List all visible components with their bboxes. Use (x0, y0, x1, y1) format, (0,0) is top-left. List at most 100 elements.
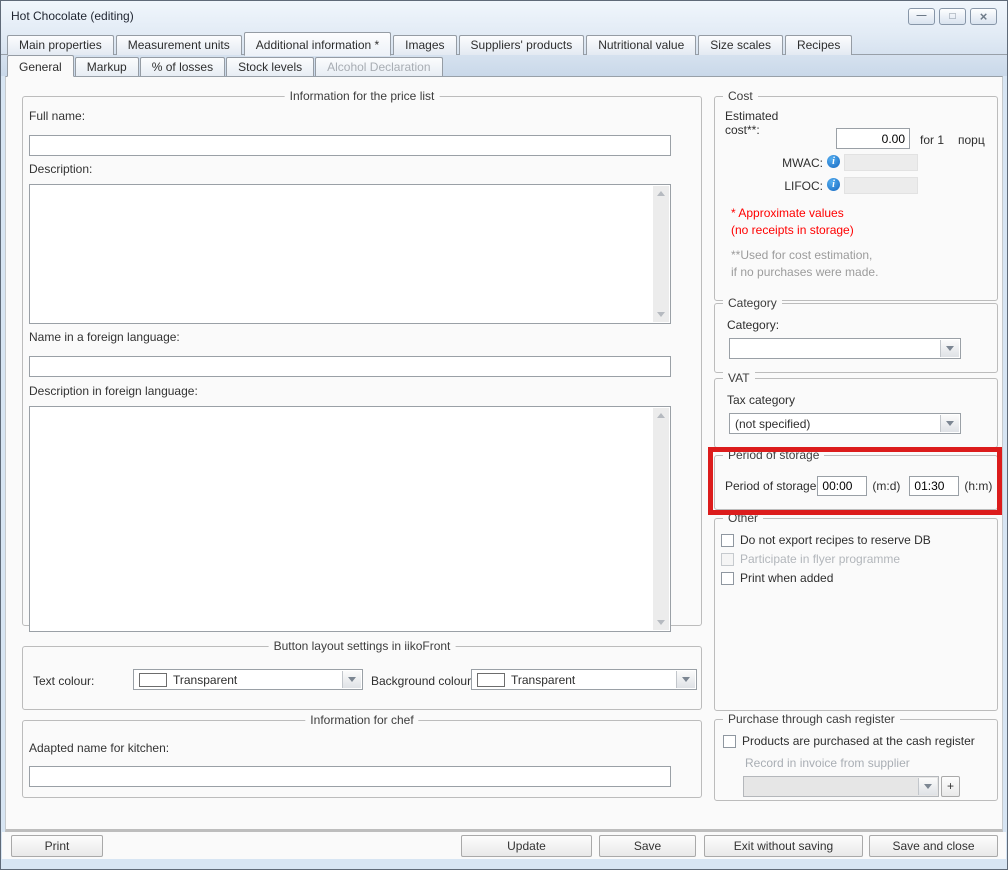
adapted-name-label: Adapted name for kitchen: (29, 741, 671, 755)
tab-recipes[interactable]: Recipes (785, 35, 852, 55)
usage-note-line2: if no purchases were made. (731, 264, 878, 281)
foreign-name-input[interactable] (29, 356, 671, 377)
foreign-description-textarea[interactable] (29, 406, 671, 632)
save-button[interactable]: Save (599, 835, 696, 857)
close-button[interactable]: × (970, 8, 997, 25)
scroll-up-icon[interactable] (657, 413, 665, 418)
sub-tab-bar: General Markup % of losses Stock levels … (1, 55, 1007, 76)
foreign-description-scrollbar[interactable] (653, 408, 669, 630)
tax-category-label: Tax category (727, 393, 795, 407)
storage-group: Period of storage Period of storage (m:d… (714, 455, 998, 510)
chef-group-title: Information for chef (305, 713, 418, 727)
info-icon[interactable]: i (827, 178, 840, 191)
storage-hm-input[interactable] (909, 476, 959, 496)
cost-for-text: for 1 (920, 133, 944, 147)
other-group: Other Do not export recipes to reserve D… (714, 518, 998, 711)
subtab-stock-levels[interactable]: Stock levels (226, 57, 314, 76)
tab-page-general: Information for the price list Full name… (5, 76, 1003, 832)
storage-md-unit: (m:d) (872, 479, 900, 493)
vat-group: VAT Tax category (not specified) (714, 378, 998, 448)
export-recipes-checkbox[interactable] (721, 534, 734, 547)
tab-main-properties[interactable]: Main properties (7, 35, 114, 55)
storage-md-input[interactable] (817, 476, 867, 496)
text-colour-select[interactable]: Transparent (133, 669, 363, 690)
print-button[interactable]: Print (11, 835, 103, 857)
subtab-general[interactable]: General (7, 55, 74, 77)
left-column: Information for the price list Full name… (22, 96, 702, 798)
approx-note-line1: * Approximate values (731, 205, 854, 222)
footer-bar: Print Update Save Exit without saving Sa… (2, 832, 1006, 859)
full-name-label: Full name: (29, 109, 671, 123)
flyer-programme-checkbox (721, 553, 734, 566)
print-when-added-checkbox[interactable] (721, 572, 734, 585)
category-select[interactable] (729, 338, 961, 359)
right-column: Cost Estimated cost**: for 1 порц MWAC: … (714, 96, 998, 801)
storage-wrap: Period of storage Period of storage (m:d… (714, 455, 998, 510)
update-button[interactable]: Update (461, 835, 592, 857)
text-colour-value: Transparent (173, 673, 237, 687)
colour-swatch (477, 673, 505, 687)
cash-register-row: Products are purchased at the cash regis… (723, 734, 975, 748)
scroll-up-icon[interactable] (657, 191, 665, 196)
info-icon[interactable]: i (827, 155, 840, 168)
lifoc-label: LIFOC: (725, 179, 823, 193)
subtab-markup[interactable]: Markup (75, 57, 139, 76)
purchase-group-title: Purchase through cash register (723, 712, 900, 726)
approx-values-note: * Approximate values (no receipts in sto… (731, 205, 854, 239)
exit-without-saving-button[interactable]: Exit without saving (704, 835, 863, 857)
scroll-down-icon[interactable] (657, 312, 665, 317)
close-icon: × (980, 10, 988, 23)
save-and-close-button[interactable]: Save and close (869, 835, 998, 857)
maximize-button[interactable]: □ (939, 8, 966, 25)
flyer-programme-row: Participate in flyer programme (721, 552, 993, 566)
scroll-down-icon[interactable] (657, 620, 665, 625)
adapted-name-input[interactable] (29, 766, 671, 787)
tab-measurement-units[interactable]: Measurement units (116, 35, 242, 55)
foreign-description-label: Description in foreign language: (29, 384, 671, 398)
add-supplier-button[interactable]: + (941, 776, 960, 797)
approx-note-line2: (no receipts in storage) (731, 222, 854, 239)
cash-register-checkbox[interactable] (723, 735, 736, 748)
description-scrollbar[interactable] (653, 186, 669, 322)
subtab-percent-of-losses[interactable]: % of losses (140, 57, 225, 76)
cost-group-title: Cost (723, 89, 758, 103)
storage-group-title: Period of storage (723, 448, 824, 462)
other-group-title: Other (723, 511, 763, 525)
full-name-input[interactable] (29, 135, 671, 156)
tab-suppliers-products[interactable]: Suppliers' products (459, 35, 585, 55)
category-label: Category: (727, 318, 779, 332)
text-colour-label: Text colour: (33, 674, 94, 688)
print-when-added-row: Print when added (721, 571, 993, 585)
export-recipes-row: Do not export recipes to reserve DB (721, 533, 993, 547)
chevron-down-icon (342, 671, 361, 688)
tab-nutritional-value[interactable]: Nutritional value (586, 35, 696, 55)
vat-group-title: VAT (723, 371, 755, 385)
tab-additional-information[interactable]: Additional information * (244, 32, 391, 56)
subtab-alcohol-declaration: Alcohol Declaration (315, 57, 442, 76)
window-chrome: Hot Chocolate (editing) — □ × Main prope… (1, 1, 1007, 76)
tab-size-scales[interactable]: Size scales (698, 35, 783, 55)
storage-hm-unit: (h:m) (964, 479, 992, 493)
usage-note: **Used for cost estimation, if no purcha… (731, 247, 878, 281)
cost-group: Cost Estimated cost**: for 1 порц MWAC: … (714, 96, 998, 301)
description-textarea[interactable] (29, 184, 671, 324)
background-colour-select[interactable]: Transparent (471, 669, 697, 690)
chevron-down-icon (940, 340, 959, 357)
chef-info-group: Information for chef Adapted name for ki… (22, 720, 702, 798)
tax-category-select[interactable]: (not specified) (729, 413, 961, 434)
minimize-icon: — (917, 10, 927, 21)
button-layout-group-title: Button layout settings in iikoFront (269, 639, 456, 653)
price-list-group-title: Information for the price list (285, 89, 440, 103)
estimated-cost-input[interactable] (836, 128, 910, 149)
tab-images[interactable]: Images (393, 35, 456, 55)
storage-label: Period of storage (725, 479, 816, 493)
colour-swatch (139, 673, 167, 687)
usage-note-line1: **Used for cost estimation, (731, 247, 878, 264)
category-group: Category Category: (714, 303, 998, 373)
description-label: Description: (29, 162, 671, 176)
supplier-select (743, 776, 939, 797)
button-layout-group: Button layout settings in iikoFront Text… (22, 646, 702, 710)
minimize-button[interactable]: — (908, 8, 935, 25)
titlebar: Hot Chocolate (editing) — □ × (1, 1, 1007, 31)
maximize-icon: □ (949, 11, 955, 22)
